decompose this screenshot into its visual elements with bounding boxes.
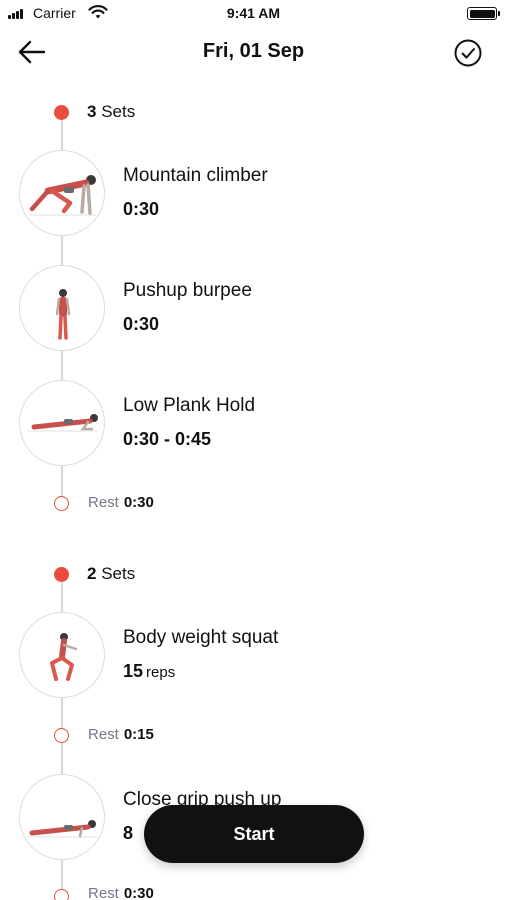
exercise-name[interactable]: Mountain climber <box>123 165 268 187</box>
squat-figure <box>50 633 78 681</box>
rest-row: Rest 0:15 <box>88 726 154 743</box>
low-plank-figure <box>28 414 98 432</box>
status-bar: Carrier 9:41 AM <box>0 0 507 26</box>
exercise-duration: 0:30 <box>123 314 160 334</box>
exercise-thumbnail[interactable] <box>19 774 105 860</box>
sets-label: 2 Sets <box>87 564 136 583</box>
exercise-name[interactable]: Body weight squat <box>123 627 278 649</box>
sets-label: 3 Sets <box>87 102 136 121</box>
close-grip-pushup-figure <box>28 820 98 838</box>
rest-marker <box>54 496 69 511</box>
exercise-reps: 8 <box>123 823 134 843</box>
rest-marker <box>54 728 69 743</box>
exercise-thumbnail[interactable] <box>19 150 105 236</box>
set-marker <box>54 567 69 582</box>
set-marker <box>54 105 69 120</box>
pushup-burpee-figure <box>55 289 71 340</box>
exercise-name[interactable]: Low Plank Hold <box>123 395 255 417</box>
exercise-thumbnail[interactable] <box>19 612 105 698</box>
exercise-duration: 0:30 - 0:45 <box>123 429 212 449</box>
check-circle-icon[interactable] <box>453 38 483 68</box>
rest-row: Rest 0:30 <box>88 885 154 900</box>
start-button[interactable]: Start <box>144 805 364 863</box>
clock: 9:41 AM <box>226 5 281 21</box>
mountain-climber-figure <box>29 175 96 216</box>
exercise-duration: 0:30 <box>123 199 160 219</box>
exercise-thumbnail[interactable] <box>19 380 105 466</box>
exercise-reps: 15 reps <box>123 661 176 681</box>
rest-row: Rest 0:30 <box>88 494 154 511</box>
exercise-name[interactable]: Pushup burpee <box>123 280 252 302</box>
exercise-thumbnail[interactable] <box>19 265 105 351</box>
battery-icon <box>467 7 500 20</box>
rest-marker <box>54 889 69 900</box>
page-title: Fri, 01 Sep <box>202 40 305 62</box>
